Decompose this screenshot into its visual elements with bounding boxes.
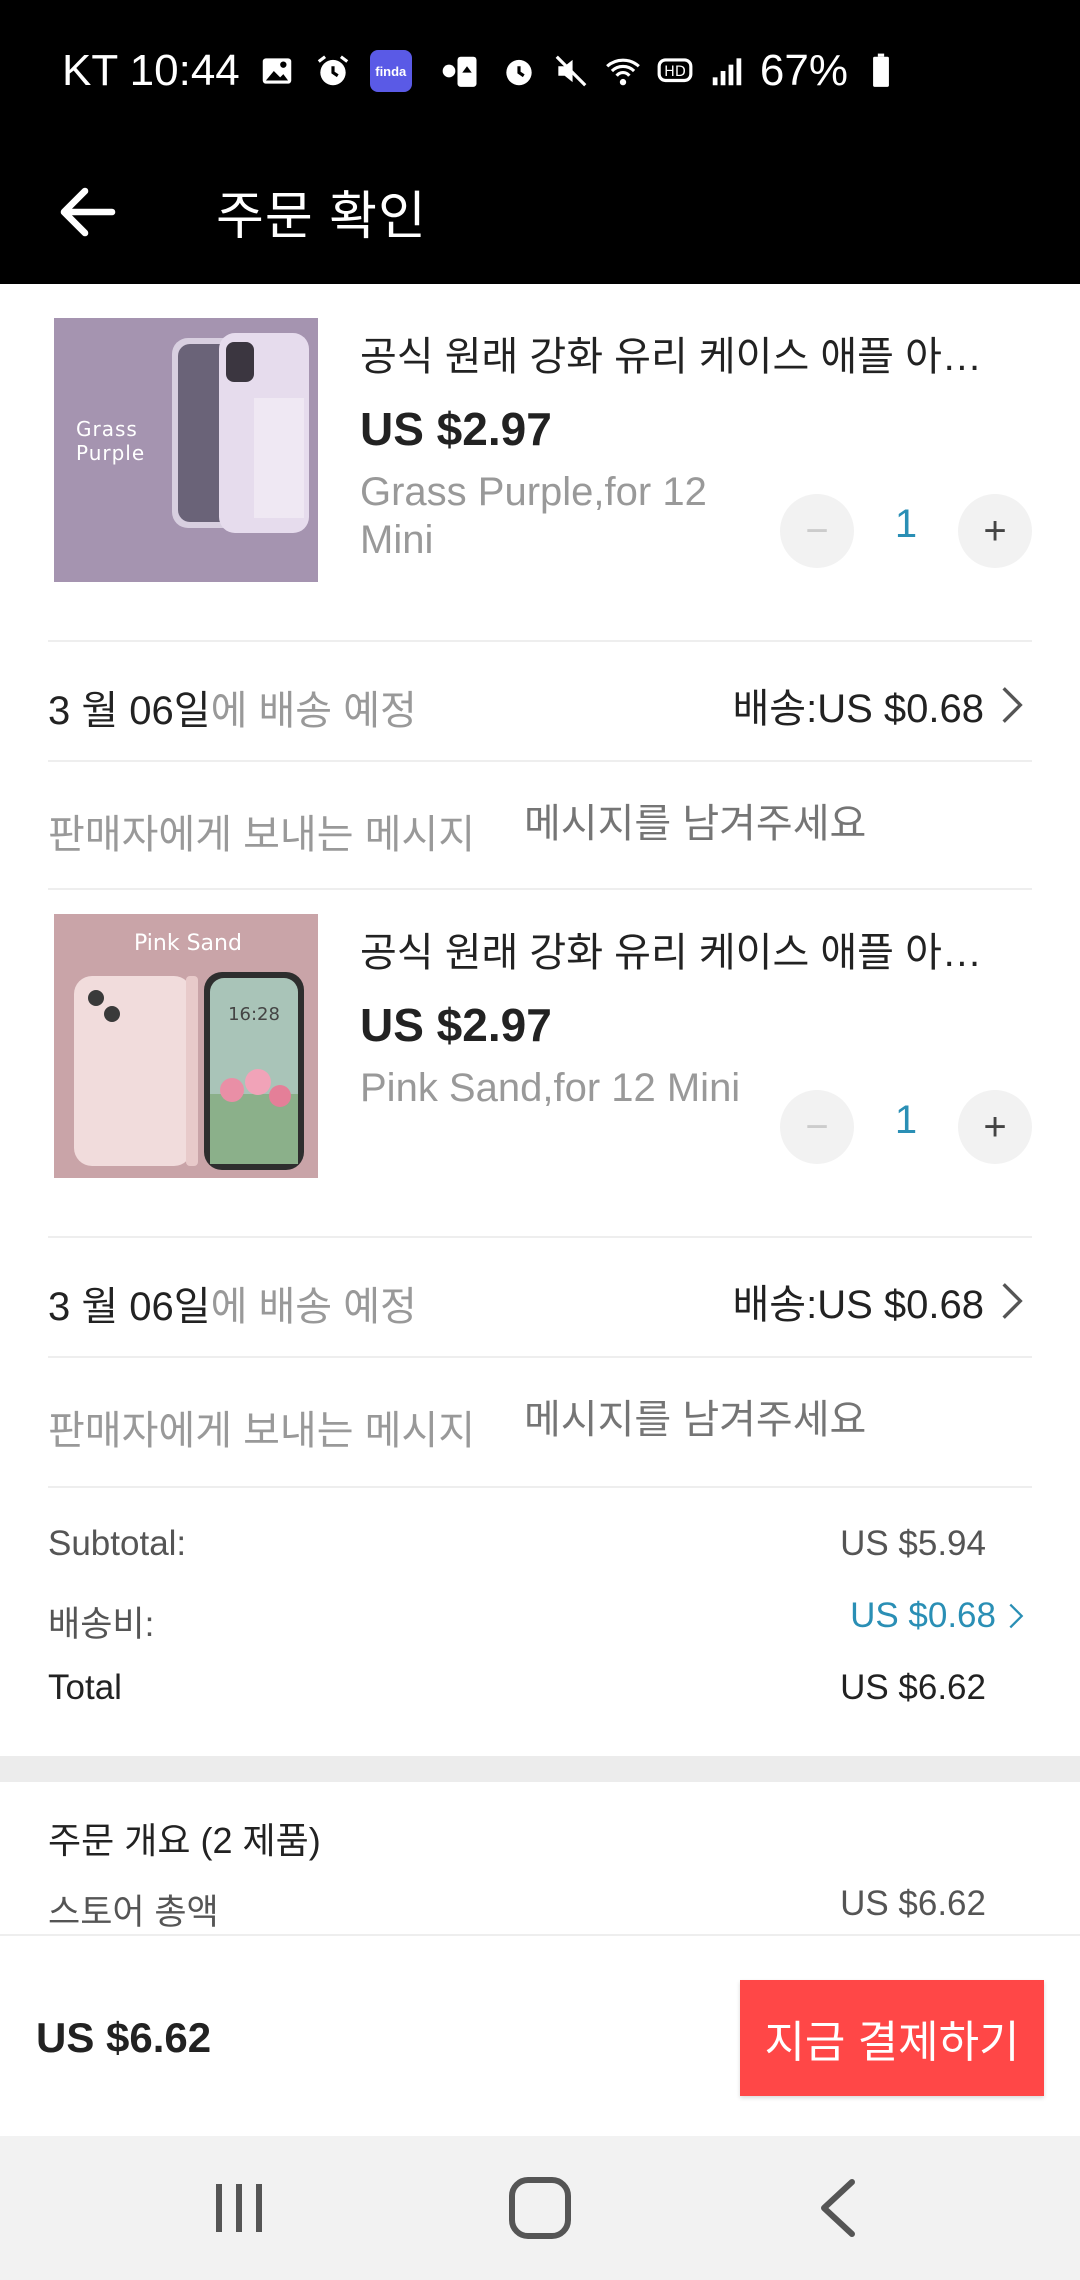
subtotal-value: US $5.94 <box>840 1524 986 1563</box>
shipping-fee-value: US $0.68 <box>850 1596 996 1635</box>
back-nav-icon[interactable] <box>800 2176 880 2240</box>
ship-suffix: 에 배송 예정 <box>210 689 417 733</box>
page-title: 주문 확인 <box>216 188 427 246</box>
shipping-row[interactable]: 3 월 06일에 배송 예정 배송:US $0.68 <box>0 1238 1080 1356</box>
system-nav-bar <box>0 2136 1080 2280</box>
ship-date: 3 월 06일 <box>48 1285 211 1329</box>
quantity-value: 1 <box>894 502 918 546</box>
subtotal-row: Subtotal: US $5.94 <box>0 1514 1080 1584</box>
status-left: KT 10:44 finda <box>62 46 468 96</box>
item-name[interactable]: 공식 원래 강화 유리 케이스 애플 아이... <box>360 920 1010 978</box>
subtotal-label: Subtotal: <box>48 1524 187 1563</box>
increase-button[interactable]: + <box>958 494 1032 568</box>
item-price: US $2.97 <box>360 403 552 455</box>
increase-button[interactable]: + <box>958 1090 1032 1164</box>
home-icon[interactable] <box>500 2176 580 2240</box>
chevron-right-icon <box>1002 687 1023 723</box>
svg-text:16:28: 16:28 <box>228 1004 280 1025</box>
alarm-icon-2 <box>506 59 532 86</box>
battery-saver-icon <box>457 56 477 87</box>
quantity-stepper: − 1 + <box>780 1090 1032 1164</box>
item-price: US $2.97 <box>360 999 552 1051</box>
battery-percent: 67% <box>759 46 848 95</box>
message-label: 판매자에게 보내는 메시지 <box>48 813 476 857</box>
gallery-icon <box>262 58 292 84</box>
order-item: Pink Sand 16:28 공식 원래 강화 유리 케이스 애플 아이...… <box>0 880 1080 1190</box>
shipping-fee-link[interactable]: US $0.68 <box>850 1596 1024 1636</box>
ship-suffix: 에 배송 예정 <box>210 1285 417 1329</box>
store-total-label: 스토어 총액 <box>48 1893 219 1932</box>
shipping-row[interactable]: 3 월 06일에 배송 예정 배송:US $0.68 <box>0 642 1080 760</box>
decrease-button[interactable]: − <box>780 494 854 568</box>
section-separator <box>0 1756 1080 1782</box>
item-name[interactable]: 공식 원래 강화 유리 케이스 애플 아이... <box>360 324 1010 382</box>
seller-message-input[interactable] <box>524 802 1004 847</box>
pay-total: US $6.62 <box>36 2014 212 2061</box>
store-total-value: US $6.62 <box>840 1884 986 1923</box>
total-value: US $6.62 <box>840 1668 986 1707</box>
ship-cost-text: 배송:US $0.68 <box>732 1283 985 1327</box>
item-variant: Grass Purple,for 12 Mini <box>360 470 707 562</box>
signal-icon <box>712 58 742 86</box>
status-bar: KT 10:44 finda HD 67% <box>0 0 1080 146</box>
ship-date: 3 월 06일 <box>48 689 211 733</box>
seller-message-row: 판매자에게 보내는 메시지 <box>0 762 1080 890</box>
seller-message-input[interactable] <box>524 1398 1004 1443</box>
finda-app-icon: finda <box>369 50 412 92</box>
payment-bar: US $6.62 지금 결제하기 <box>0 1934 1080 2136</box>
seller-message-row: 판매자에게 보내는 메시지 <box>0 1358 1080 1486</box>
chevron-right-icon <box>1002 1283 1023 1319</box>
chevron-right-icon <box>1009 1603 1024 1629</box>
ship-cost[interactable]: 배송:US $0.68 <box>733 676 1027 734</box>
shipping-fee-row[interactable]: 배송비: US $0.68 <box>0 1586 1080 1656</box>
alarm-icon <box>317 55 348 86</box>
battery-icon <box>873 53 889 87</box>
recent-apps-icon[interactable] <box>200 2176 280 2240</box>
message-label: 판매자에게 보내는 메시지 <box>48 1409 476 1453</box>
app-header: 주문 확인 <box>0 146 1080 284</box>
product-thumbnail[interactable]: Pink Sand 16:28 <box>54 914 318 1178</box>
total-label: Total <box>48 1668 122 1707</box>
quantity-stepper: − 1 + <box>780 494 1032 568</box>
svg-text:Purple: Purple <box>76 441 145 465</box>
ship-cost-text: 배송:US $0.68 <box>732 687 985 731</box>
product-thumbnail[interactable]: Grass Purple <box>54 318 318 582</box>
mute-icon <box>555 55 587 87</box>
shipping-fee-label: 배송비: <box>48 1605 155 1644</box>
order-overview-title: 주문 개요 (2 제품) <box>48 1820 321 1861</box>
hd-voice-icon: HD <box>657 58 693 83</box>
pay-now-button[interactable]: 지금 결제하기 <box>740 1980 1044 2096</box>
back-arrow-icon[interactable] <box>52 176 124 248</box>
order-content[interactable]: Grass Purple 공식 원래 강화 유리 케이스 애플 아이... US… <box>0 284 1080 1934</box>
wifi-icon <box>606 58 640 86</box>
thumb-label: Pink Sand <box>134 931 242 956</box>
ship-cost[interactable]: 배송:US $0.68 <box>733 1272 1027 1330</box>
order-item: Grass Purple 공식 원래 강화 유리 케이스 애플 아이... US… <box>0 284 1080 594</box>
decrease-button[interactable]: − <box>780 1090 854 1164</box>
quantity-value: 1 <box>894 1098 918 1142</box>
divider <box>48 1486 1032 1488</box>
total-row: Total US $6.62 <box>0 1658 1080 1728</box>
status-right: HD 67% <box>448 46 900 96</box>
item-variant: Pink Sand,for 12 Mini <box>360 1066 741 1110</box>
svg-text:HD: HD <box>664 64 686 80</box>
carrier-time: KT 10:44 <box>62 46 240 95</box>
thumb-label: Grass <box>76 417 138 441</box>
